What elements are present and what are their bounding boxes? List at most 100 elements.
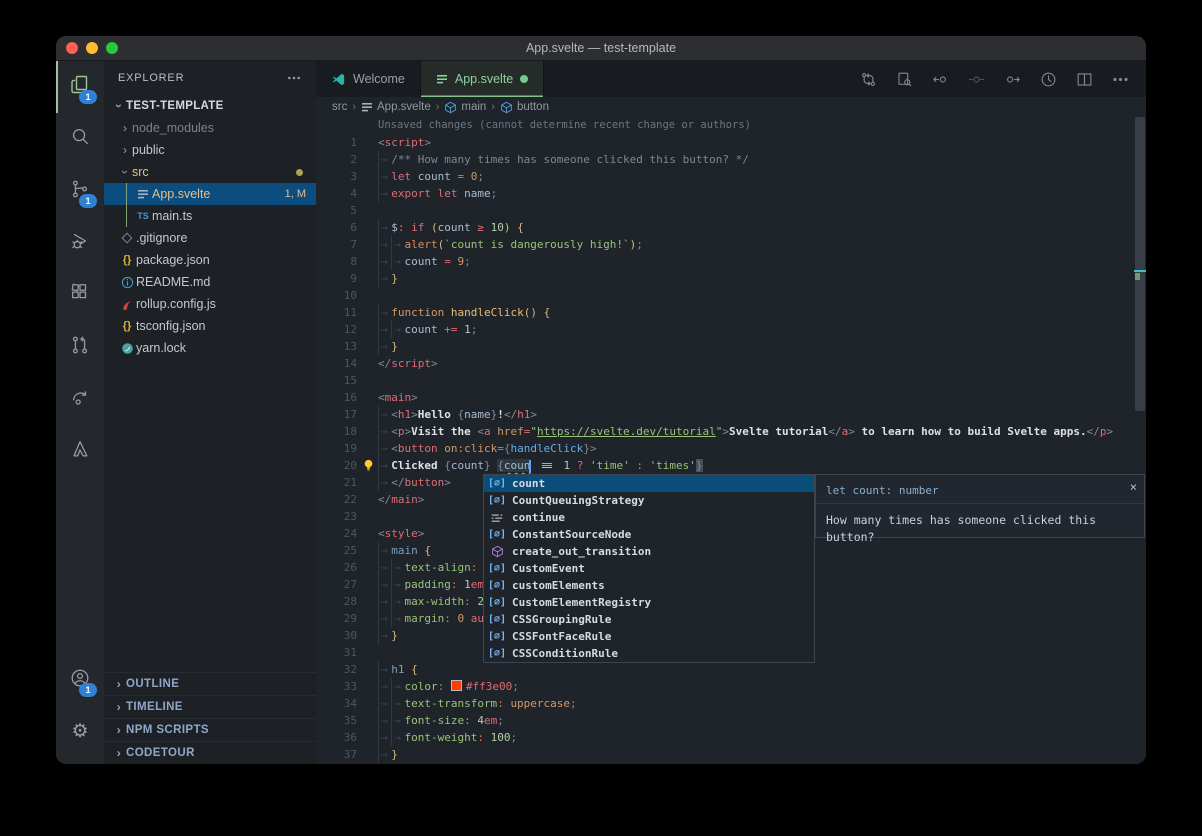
zoom-window-button[interactable] xyxy=(106,42,118,54)
file-label: README.md xyxy=(136,275,210,289)
line-number: 15 xyxy=(316,372,378,389)
suggestion-item-countqueuingstrategy[interactable]: [∅]CountQueuingStrategy xyxy=(484,492,814,509)
chevron-right-icon: › xyxy=(112,746,126,760)
tree-item-readme-md[interactable]: README.md xyxy=(104,271,316,293)
line-number: 32 xyxy=(316,661,378,678)
heatmap-icon[interactable] xyxy=(1039,70,1058,89)
file-label: node_modules xyxy=(132,121,214,135)
tree-item-package-json[interactable]: {}package.json xyxy=(104,249,316,271)
symbol-variable-icon: [∅] xyxy=(487,492,507,509)
activity-bar-item-search[interactable] xyxy=(56,113,104,165)
more-actions-icon[interactable] xyxy=(1111,70,1130,89)
editor-group: WelcomeApp.svelte src›App.svelte›main›bu… xyxy=(316,61,1146,764)
activity-bar-item-files[interactable]: 1 xyxy=(56,61,104,113)
breadcrumb-item-src[interactable]: src xyxy=(332,101,347,113)
suggestion-item-customevent[interactable]: [∅]CustomEvent xyxy=(484,560,814,577)
tree-item-app-svelte[interactable]: App.svelte1, M xyxy=(104,183,316,205)
suggestion-item-customelements[interactable]: [∅]customElements xyxy=(484,577,814,594)
suggestion-item-create_out_transition[interactable]: create_out_transition xyxy=(484,543,814,560)
line-number: 17 xyxy=(316,406,378,423)
breadcrumb-separator: › xyxy=(351,101,357,113)
sidebar-section-npm-scripts[interactable]: ›NPM SCRIPTS xyxy=(104,718,316,741)
previous-change-icon[interactable] xyxy=(931,70,950,89)
code-editor[interactable]: Unsaved changes (cannot determine recent… xyxy=(316,117,1146,764)
line-number: 22 xyxy=(316,491,378,508)
code-line-35: 35→→font-size: 4em; xyxy=(316,712,1146,729)
next-change-icon[interactable] xyxy=(1003,70,1022,89)
blame-annotation: Unsaved changes (cannot determine recent… xyxy=(378,117,1146,134)
split-editor-icon[interactable] xyxy=(1075,70,1094,89)
tree-item-src[interactable]: ›src xyxy=(104,161,316,183)
tree-item-rollup-config-js[interactable]: rollup.config.js xyxy=(104,293,316,315)
activity-bar-item-azure[interactable] xyxy=(56,425,104,477)
close-window-button[interactable] xyxy=(66,42,78,54)
activity-bar-item-source-control[interactable]: 1 xyxy=(56,165,104,217)
chevron-right-icon: › xyxy=(118,121,132,135)
yarn-icon xyxy=(118,342,136,355)
tab-app-svelte[interactable]: App.svelte xyxy=(421,61,544,97)
title-bar[interactable]: App.svelte — test-template xyxy=(56,36,1146,61)
minimize-window-button[interactable] xyxy=(86,42,98,54)
code-line-10: 10 xyxy=(316,287,1146,304)
code-line-9: 9→} xyxy=(316,270,1146,287)
tab-welcome[interactable]: Welcome xyxy=(316,61,421,97)
overview-modified-marker xyxy=(1135,273,1140,280)
breadcrumb-item-app-svelte[interactable]: App.svelte xyxy=(361,101,431,113)
json-icon: {} xyxy=(118,320,136,332)
open-changes-icon[interactable] xyxy=(895,70,914,89)
suggestion-item-constantsourcenode[interactable]: [∅]ConstantSourceNode xyxy=(484,526,814,543)
line-number: 20 xyxy=(316,457,378,474)
file-label: tsconfig.json xyxy=(136,319,205,333)
breadcrumb-item-button[interactable]: button xyxy=(500,101,549,114)
code-line-20: 20→Clicked {count} {coun ≡ 1 ? 'time' : … xyxy=(316,457,1146,474)
tree-item-node-modules[interactable]: ›node_modules xyxy=(104,117,316,139)
code-line-34: 34→→text-transform: uppercase; xyxy=(316,695,1146,712)
code-line-15: 15 xyxy=(316,372,1146,389)
window-title: App.svelte — test-template xyxy=(56,41,1146,55)
activity-bar-item-pull-request[interactable] xyxy=(56,321,104,373)
line-number: 5 xyxy=(316,202,378,219)
badge: 1 xyxy=(79,683,97,697)
symbol-element-icon xyxy=(444,101,457,114)
activity-bar-item-settings-gear[interactable]: ⚙ xyxy=(56,706,104,758)
suggestion-item-cssconditionrule[interactable]: [∅]CSSConditionRule xyxy=(484,645,814,662)
suggestion-item-cssfontfacerule[interactable]: [∅]CSSFontFaceRule xyxy=(484,628,814,645)
tree-item-tsconfig-json[interactable]: {}tsconfig.json xyxy=(104,315,316,337)
editor-scrollbar[interactable] xyxy=(1134,117,1146,764)
breadcrumb-item-main[interactable]: main xyxy=(444,101,486,114)
file-label: package.json xyxy=(136,253,210,267)
line-number: 7 xyxy=(316,236,378,253)
close-icon[interactable]: × xyxy=(1130,479,1137,496)
suggestion-item-customelementregistry[interactable]: [∅]CustomElementRegistry xyxy=(484,594,814,611)
activity-bar-item-run-debug[interactable] xyxy=(56,217,104,269)
suggestion-item-count[interactable]: [∅]count xyxy=(484,475,814,492)
code-line-37: 37→} xyxy=(316,746,1146,763)
project-root-row[interactable]: › TEST-TEMPLATE xyxy=(104,95,316,117)
code-line-8: 8→→count = 9; xyxy=(316,253,1146,270)
scrollbar-slider[interactable] xyxy=(1135,117,1145,411)
suggest-docs-signature: let count: number xyxy=(816,475,1144,503)
views-more-actions-icon[interactable] xyxy=(286,70,302,86)
tree-item-public[interactable]: ›public xyxy=(104,139,316,161)
activity-bar-item-account[interactable]: 1 xyxy=(56,654,104,706)
explorer-header: EXPLORER xyxy=(118,72,184,84)
tree-item-main-ts[interactable]: TSmain.ts xyxy=(104,205,316,227)
code-line-13: 13→} xyxy=(316,338,1146,355)
code-line-2: 2→/** How many times has someone clicked… xyxy=(316,151,1146,168)
typescript-icon: TS xyxy=(134,211,152,221)
sidebar-section-codetour[interactable]: ›CODETOUR xyxy=(104,741,316,764)
line-number: 14 xyxy=(316,355,378,372)
activity-bar-item-extensions[interactable] xyxy=(56,269,104,321)
breadcrumb-separator: › xyxy=(435,101,441,113)
sidebar-section-timeline[interactable]: ›TIMELINE xyxy=(104,695,316,718)
overview-cursor-marker xyxy=(1134,270,1146,272)
current-change-icon[interactable] xyxy=(967,70,986,89)
tree-item-yarn-lock[interactable]: yarn.lock xyxy=(104,337,316,359)
activity-bar-item-live-share[interactable] xyxy=(56,373,104,425)
suggestion-item-cssgroupingrule[interactable]: [∅]CSSGroupingRule xyxy=(484,611,814,628)
git-compare-icon[interactable] xyxy=(859,70,878,89)
sidebar-section-outline[interactable]: ›OUTLINE xyxy=(104,672,316,695)
tree-item--gitignore[interactable]: .gitignore xyxy=(104,227,316,249)
code-line-32: 32→h1 { xyxy=(316,661,1146,678)
suggestion-item-continue[interactable]: continue xyxy=(484,509,814,526)
